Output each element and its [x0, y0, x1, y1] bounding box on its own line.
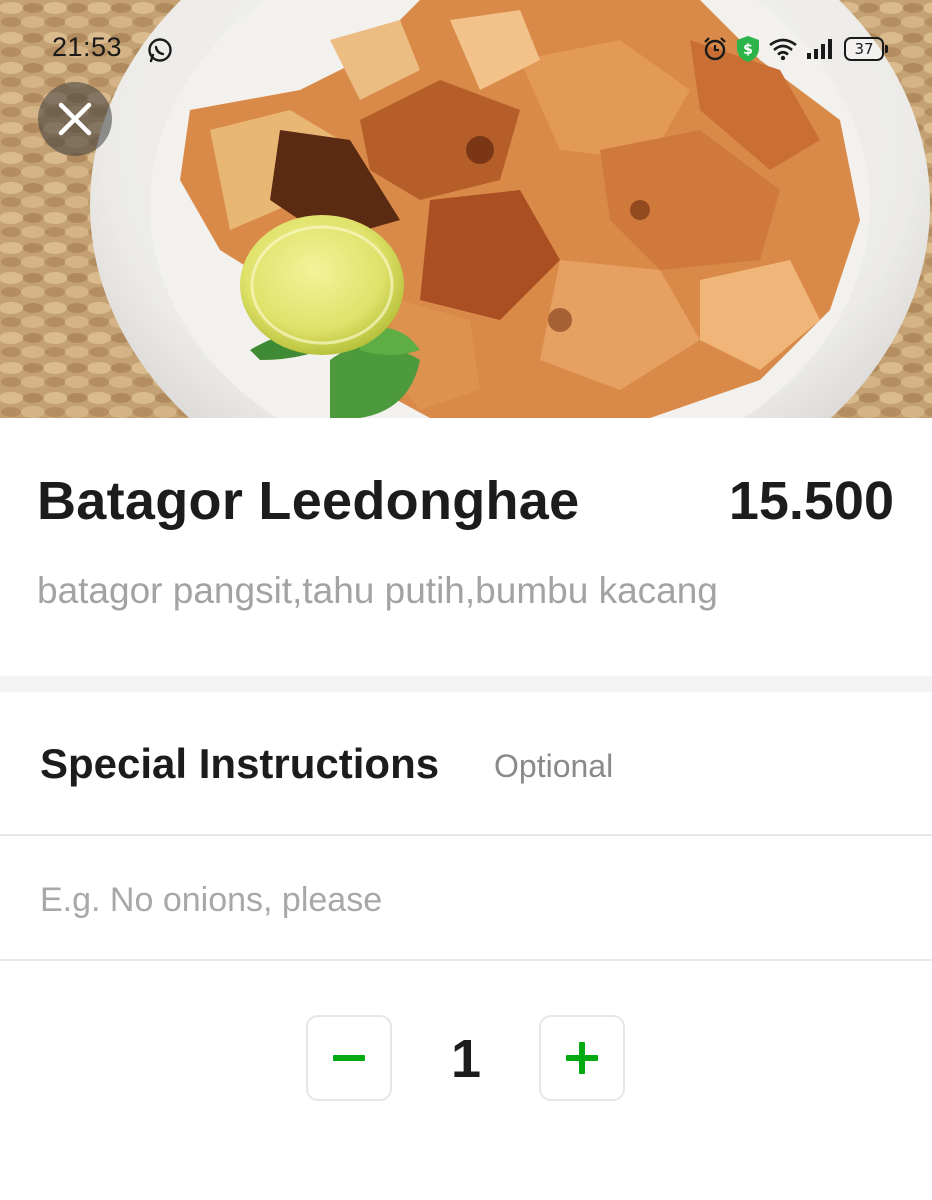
special-instructions-title: Special Instructions [40, 740, 440, 787]
item-price: 15.500 [728, 471, 894, 531]
close-button[interactable] [38, 82, 112, 156]
divider [0, 959, 932, 961]
item-name: Batagor Leedonghae [37, 471, 580, 531]
close-icon [58, 102, 92, 136]
shield-dollar-icon: $ [737, 36, 759, 62]
wifi-icon [769, 38, 797, 61]
item-description: batagor pangsit,tahu putih,bumbu kacang [37, 570, 718, 611]
special-instructions-input[interactable] [40, 872, 890, 928]
divider [0, 834, 932, 836]
quantity-increase-button[interactable] [539, 1015, 625, 1101]
section-separator [0, 676, 932, 692]
plus-icon [566, 1042, 598, 1074]
status-icons: $ 37 [702, 35, 888, 63]
minus-icon [333, 1055, 365, 1061]
quantity-value: 1 [450, 1029, 482, 1089]
whatsapp-icon [146, 36, 174, 64]
battery-level: 37 [854, 40, 874, 58]
optional-label: Optional [494, 748, 614, 784]
status-time: 21:53 [52, 32, 123, 62]
signal-icon [807, 39, 832, 59]
battery-icon: 37 [844, 37, 888, 61]
quantity-decrease-button[interactable] [306, 1015, 392, 1101]
item-detail-screen: 21:53 $ 37 Batagor Leedonghae 15.500 bat… [0, 0, 932, 1200]
svg-text:$: $ [743, 42, 753, 58]
alarm-icon [704, 37, 726, 61]
